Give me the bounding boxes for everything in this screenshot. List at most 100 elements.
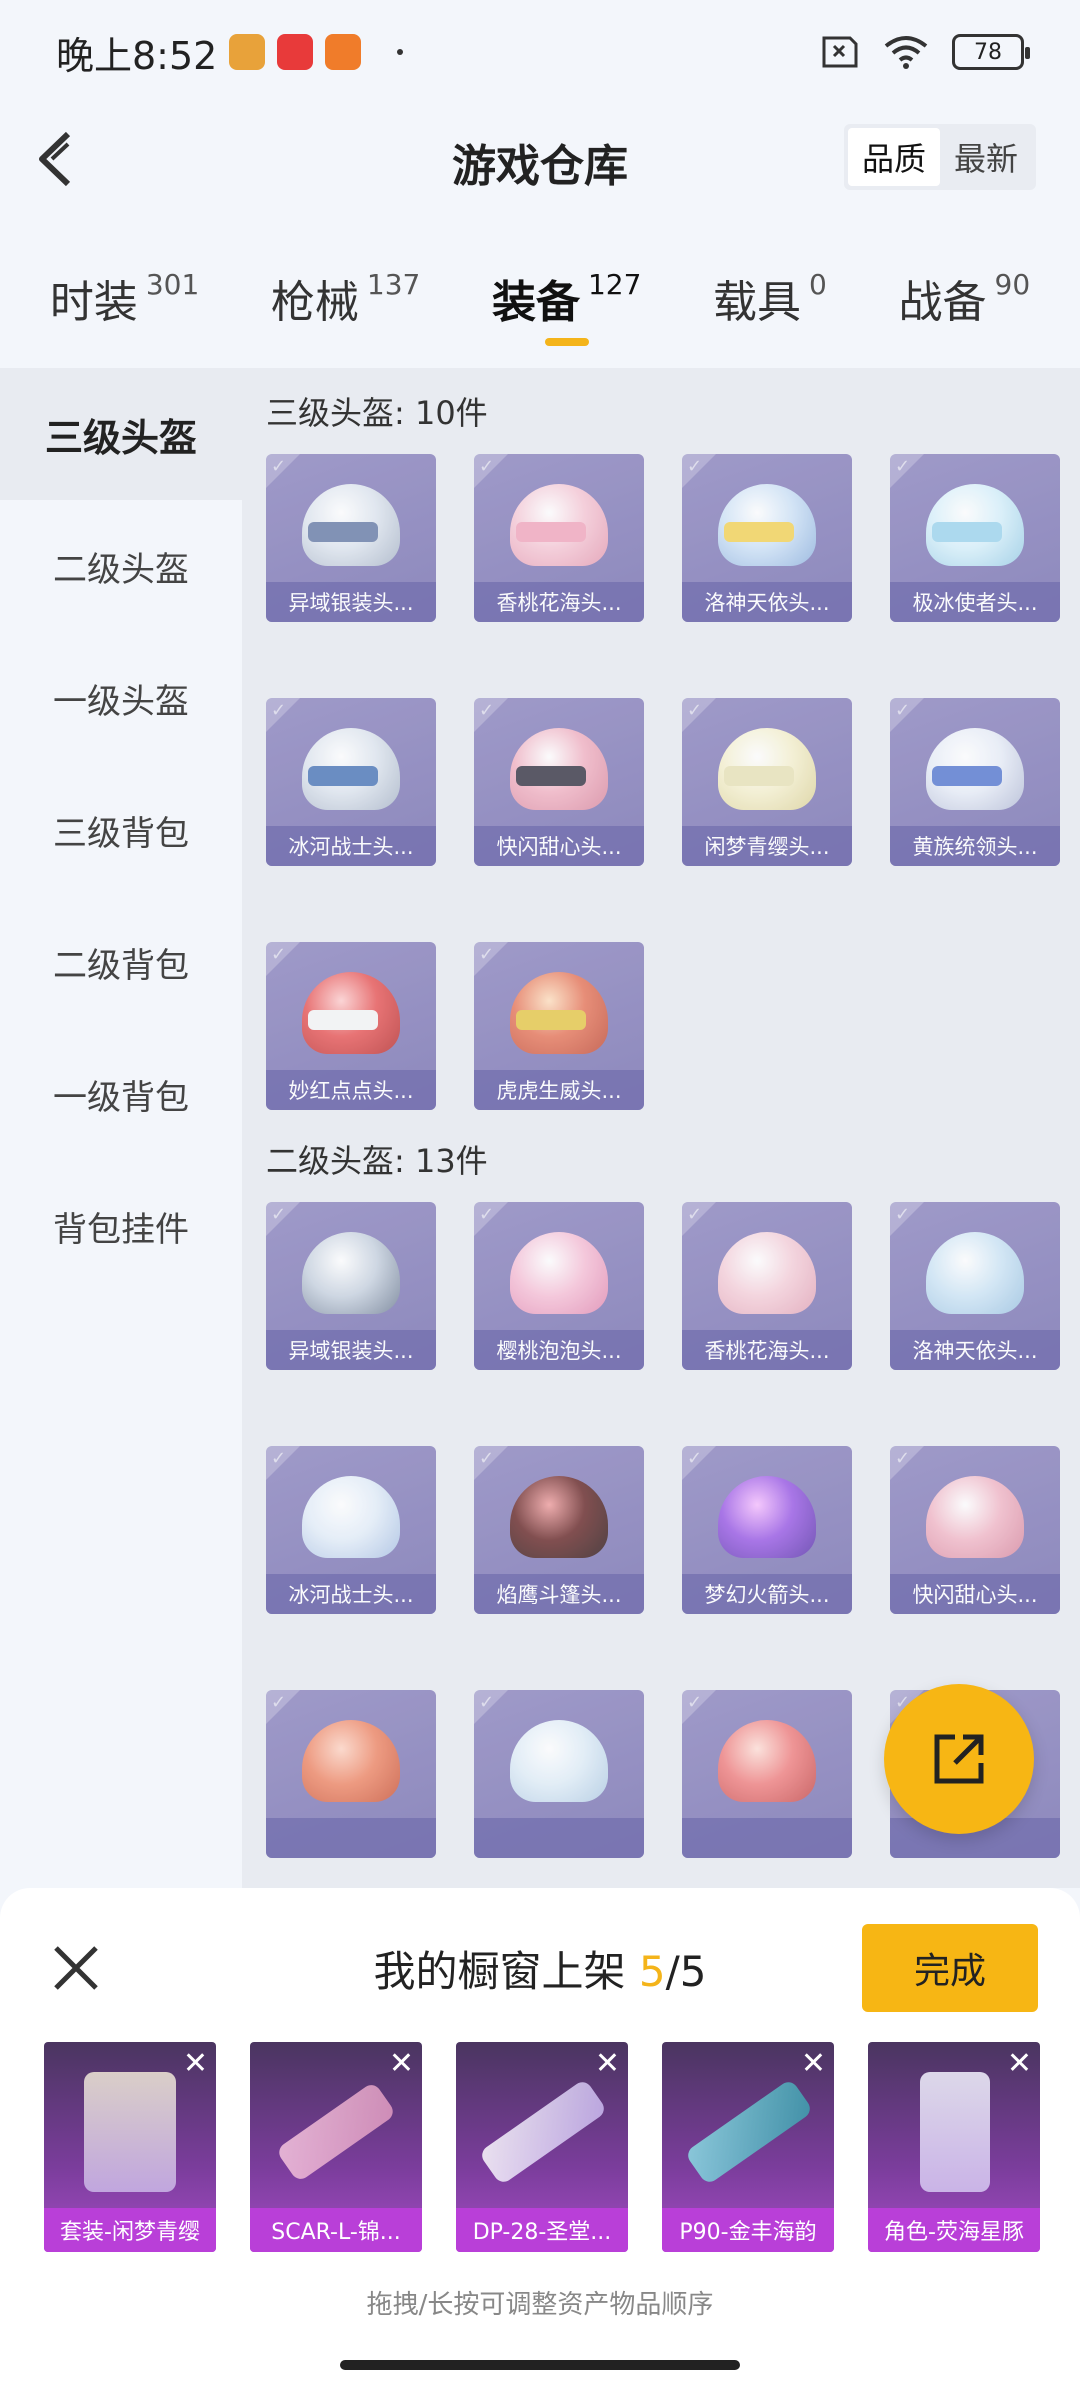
helmet-image [718, 1720, 816, 1802]
status-bar: 晚上8:52 78 [0, 0, 1080, 104]
helmet-card[interactable]: ✓ 黄族统领头... [890, 698, 1060, 866]
sort-latest-button[interactable]: 最新 [940, 128, 1032, 186]
sidebar-item-level2-helmet[interactable]: 二级头盔 [0, 500, 242, 632]
home-indicator[interactable] [340, 2360, 740, 2370]
battery-level: 78 [974, 39, 1002, 65]
helmet-card[interactable]: ✓ 冰河战士头... [266, 1446, 436, 1614]
showcase-item[interactable]: ✕ 角色-荧海星豚 [868, 2042, 1040, 2252]
helmet-card[interactable]: ✓ 异域银装头... [266, 1202, 436, 1370]
item-name: 极冰使者头... [890, 582, 1060, 622]
tab-vehicles[interactable]: 载具 0 [713, 230, 827, 360]
sidebar-item-level3-backpack[interactable]: 三级背包 [0, 764, 242, 896]
check-icon: ✓ [271, 1204, 287, 1225]
helmet-card[interactable]: ✓ [474, 1690, 644, 1858]
check-icon: ✓ [687, 1448, 703, 1469]
check-icon: ✓ [895, 1204, 911, 1225]
showcase-list: ✕ 套装-闲梦青缨 ✕ SCAR-L-锦... ✕ DP-28-圣堂... ✕ P90-… [44, 2042, 1040, 2252]
helmet-card[interactable]: ✓ 快闪甜心头... [474, 698, 644, 866]
item-image [84, 2072, 176, 2192]
remove-icon[interactable]: ✕ [183, 2046, 208, 2081]
tab-gear[interactable]: 战备 90 [899, 230, 1031, 360]
helmet-image [510, 1232, 608, 1314]
remove-icon[interactable]: ✕ [389, 2046, 414, 2081]
sidebar-item-level2-backpack[interactable]: 二级背包 [0, 896, 242, 1028]
item-image [920, 2072, 990, 2192]
item-name [682, 1818, 852, 1858]
sort-toggle: 品质 最新 [844, 124, 1036, 190]
helmet-card[interactable]: ✓ 冰河战士头... [266, 698, 436, 866]
showcase-item-name: P90-金丰海韵 [662, 2208, 834, 2252]
helmet-card[interactable]: ✓ [682, 1690, 852, 1858]
sim-off-icon [822, 36, 858, 68]
tab-equipment[interactable]: 装备 127 [492, 230, 641, 360]
item-name: 冰河战士头... [266, 1574, 436, 1614]
news-app-icon [277, 34, 314, 70]
item-list: 三级头盔: 10件 ✓ 异域银装头... ✓ 香桃花海头... ✓ 洛神天依头... … [242, 368, 1080, 1888]
check-icon: ✓ [687, 456, 703, 477]
check-icon: ✓ [479, 944, 495, 965]
tab-fashion[interactable]: 时装 301 [50, 230, 199, 360]
sidebar-item-level3-helmet[interactable]: 三级头盔 [0, 368, 242, 500]
item-name: 焰鹰斗篷头... [474, 1574, 644, 1614]
status-time: 晚上8:52 [56, 33, 218, 78]
remove-icon[interactable]: ✕ [595, 2046, 620, 2081]
remove-icon[interactable]: ✕ [1007, 2046, 1032, 2081]
helmet-card[interactable]: ✓ 洛神天依头... [890, 1202, 1060, 1370]
check-icon: ✓ [271, 1692, 287, 1713]
item-name: 洛神天依头... [890, 1330, 1060, 1370]
helmet-card[interactable]: ✓ 洛神天依头... [682, 454, 852, 622]
helmet-card[interactable]: ✓ 香桃花海头... [474, 454, 644, 622]
helmet-image [718, 1232, 816, 1314]
helmet-image [926, 1476, 1024, 1558]
check-icon: ✓ [479, 1204, 495, 1225]
showcase-sheet: 我的橱窗上架 5/5 完成 ✕ 套装-闲梦青缨 ✕ SCAR-L-锦... ✕ DP-… [0, 1888, 1080, 2400]
notification-dot-icon [397, 49, 404, 55]
helmet-card[interactable]: ✓ 虎虎生威头... [474, 942, 644, 1110]
item-name: 虎虎生威头... [474, 1070, 644, 1110]
tab-guns[interactable]: 枪械 137 [271, 230, 420, 360]
check-icon: ✓ [895, 700, 911, 721]
helmet-card[interactable]: ✓ 樱桃泡泡头... [474, 1202, 644, 1370]
level3-helmet-grid: ✓ 异域银装头... ✓ 香桃花海头... ✓ 洛神天依头... ✓ 极冰使者头... … [242, 454, 1080, 1110]
sidebar: 三级头盔 二级头盔 一级头盔 三级背包 二级背包 一级背包 背包挂件 [0, 368, 242, 1888]
sort-quality-button[interactable]: 品质 [848, 128, 940, 186]
helmet-card[interactable]: ✓ 焰鹰斗篷头... [474, 1446, 644, 1614]
item-name: 梦幻火箭头... [682, 1574, 852, 1614]
helmet-card[interactable]: ✓ 闲梦青缨头... [682, 698, 852, 866]
item-image [478, 2078, 608, 2186]
helmet-card[interactable]: ✓ 妙红点点头... [266, 942, 436, 1110]
showcase-item[interactable]: ✕ DP-28-圣堂... [456, 2042, 628, 2252]
check-icon: ✓ [687, 1204, 703, 1225]
game-app-icon [229, 34, 266, 70]
helmet-card[interactable]: ✓ 快闪甜心头... [890, 1446, 1060, 1614]
item-name: 闲梦青缨头... [682, 826, 852, 866]
check-icon: ✓ [271, 944, 287, 965]
sidebar-item-level1-backpack[interactable]: 一级背包 [0, 1028, 242, 1160]
showcase-item-name: 套装-闲梦青缨 [44, 2208, 216, 2252]
helmet-card[interactable]: ✓ 极冰使者头... [890, 454, 1060, 622]
helmet-image [510, 1720, 608, 1802]
sidebar-item-level1-helmet[interactable]: 一级头盔 [0, 632, 242, 764]
section-title-level2: 二级头盔: 13件 [266, 1142, 488, 1180]
check-icon: ✓ [479, 1448, 495, 1469]
showcase-item[interactable]: ✕ 套装-闲梦青缨 [44, 2042, 216, 2252]
item-name: 香桃花海头... [682, 1330, 852, 1370]
remove-icon[interactable]: ✕ [801, 2046, 826, 2081]
helmet-card[interactable]: ✓ 异域银装头... [266, 454, 436, 622]
showcase-item[interactable]: ✕ P90-金丰海韵 [662, 2042, 834, 2252]
helmet-image [302, 1476, 400, 1558]
item-name: 异域银装头... [266, 1330, 436, 1370]
done-button[interactable]: 完成 [862, 1924, 1038, 2012]
showcase-item[interactable]: ✕ SCAR-L-锦... [250, 2042, 422, 2252]
showcase-total: /5 [665, 1947, 707, 1996]
sidebar-item-backpack-charm[interactable]: 背包挂件 [0, 1160, 242, 1292]
item-name: 快闪甜心头... [474, 826, 644, 866]
helmet-card[interactable]: ✓ [266, 1690, 436, 1858]
helmet-card[interactable]: ✓ 梦幻火箭头... [682, 1446, 852, 1614]
wifi-icon [884, 36, 928, 69]
battery-icon: 78 [952, 34, 1030, 70]
share-fab-button[interactable] [884, 1684, 1034, 1834]
helmet-image [718, 1476, 816, 1558]
helmet-card[interactable]: ✓ 香桃花海头... [682, 1202, 852, 1370]
check-icon: ✓ [687, 1692, 703, 1713]
